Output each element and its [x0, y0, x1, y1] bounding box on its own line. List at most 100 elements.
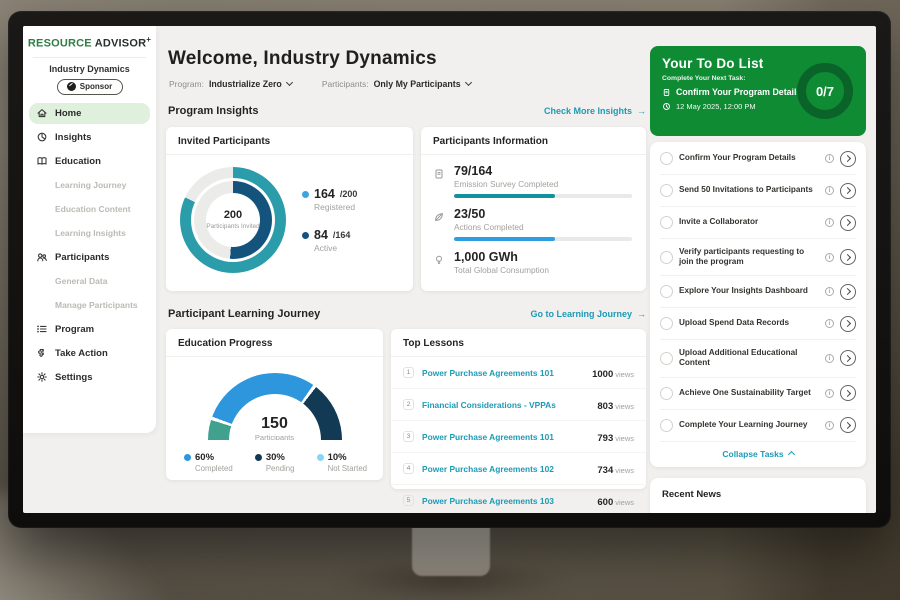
legend-percent: 60%: [195, 452, 214, 463]
legend-label: Registered: [314, 202, 357, 212]
info-icon[interactable]: [825, 421, 834, 430]
task-checkbox[interactable]: [660, 387, 673, 400]
lesson-link[interactable]: Power Purchase Agreements 101: [422, 432, 589, 442]
info-icon[interactable]: [825, 186, 834, 195]
stat-row: 79/164 Emission Survey Completed: [421, 155, 646, 198]
sponsor-badge[interactable]: Sponsor: [57, 79, 123, 95]
sidebar-item-home[interactable]: Home: [29, 103, 150, 124]
chevron-right-icon: [844, 254, 851, 261]
legend-percent: 30%: [266, 452, 285, 463]
card-title: Education Progress: [166, 329, 383, 357]
task-checkbox[interactable]: [660, 152, 673, 165]
legend-pending: 30% Pending: [255, 452, 295, 473]
gauge-center-label: Participants: [208, 433, 342, 440]
info-icon[interactable]: [825, 154, 834, 163]
invited-legend: 164 /200 Registered 84 /164 Active: [302, 187, 357, 253]
program-dropdown[interactable]: Program: Industrialize Zero: [169, 79, 292, 89]
stat-value: 79/164: [454, 164, 632, 178]
info-icon[interactable]: [825, 287, 834, 296]
task-checkbox[interactable]: [660, 419, 673, 432]
program-label: Program:: [169, 79, 204, 89]
puzzle-icon: [36, 347, 48, 359]
sidebar-item-education[interactable]: Education: [29, 151, 150, 172]
check-more-insights-link[interactable]: Check More Insights: [544, 106, 646, 116]
lesson-row: 1 Power Purchase Agreements 101 1000view…: [391, 357, 646, 389]
sidebar-item-learning-journey[interactable]: Learning Journey: [29, 175, 150, 196]
task-checkbox[interactable]: [660, 184, 673, 197]
task-chevron-button[interactable]: [840, 350, 856, 366]
education-legend: 60% Completed 30% Pending 10% Not Starte…: [166, 440, 383, 473]
sidebar-item-insights[interactable]: Insights: [29, 127, 150, 148]
todo-task-row: Achieve One Sustainability Target: [660, 378, 856, 410]
sidebar-item-learning-insights[interactable]: Learning Insights: [29, 223, 150, 244]
task-checkbox[interactable]: [660, 352, 673, 365]
task-chevron-button[interactable]: [840, 215, 856, 231]
stat-value: 23/50: [454, 207, 632, 221]
divider: [33, 57, 146, 58]
sidebar-item-label: Home: [55, 108, 81, 119]
info-icon[interactable]: [825, 319, 834, 328]
filter-bar: Program: Industrialize Zero Participants…: [169, 79, 471, 89]
invited-participants-card: Invited Participants 200 Participants In…: [166, 127, 413, 291]
sidebar-item-manage-participants[interactable]: Manage Participants: [29, 295, 150, 316]
list-icon: [36, 323, 48, 335]
collapse-tasks-link[interactable]: Collapse Tasks: [660, 442, 856, 463]
task-checkbox[interactable]: [660, 285, 673, 298]
task-checkbox[interactable]: [660, 317, 673, 330]
task-label: Verify participants requesting to join t…: [679, 247, 819, 268]
top-lessons-card: Top Lessons 1 Power Purchase Agreements …: [391, 329, 646, 489]
sidebar-item-participants[interactable]: Participants: [29, 247, 150, 268]
task-chevron-button[interactable]: [840, 151, 856, 167]
info-icon[interactable]: [825, 389, 834, 398]
monitor-frame: RESOURCE ADVISOR+ Industry Dynamics Spon…: [8, 11, 891, 528]
todo-task-row: Upload Spend Data Records: [660, 308, 856, 340]
lesson-link[interactable]: Power Purchase Agreements 102: [422, 464, 589, 474]
todo-task-row: Invite a Collaborator: [660, 207, 856, 239]
lesson-rank: 4: [403, 463, 414, 474]
go-to-learning-journey-link[interactable]: Go to Learning Journey: [530, 309, 646, 319]
page-title: Welcome, Industry Dynamics: [168, 48, 437, 70]
chevron-right-icon: [844, 390, 851, 397]
lesson-link[interactable]: Power Purchase Agreements 103: [422, 496, 589, 506]
info-icon[interactable]: [825, 354, 834, 363]
sidebar-item-label: General Data: [55, 276, 107, 286]
lesson-link[interactable]: Power Purchase Agreements 101: [422, 368, 584, 378]
logo-primary: RESOURCE: [28, 38, 92, 50]
sidebar-item-settings[interactable]: Settings: [29, 367, 150, 388]
sidebar-item-take-action[interactable]: Take Action: [29, 343, 150, 364]
participants-dropdown[interactable]: Participants: Only My Participants: [322, 79, 471, 89]
sidebar-item-general-data[interactable]: General Data: [29, 271, 150, 292]
legend-label: Not Started: [328, 464, 367, 473]
legend-total: /164: [333, 230, 351, 240]
task-chevron-button[interactable]: [840, 284, 856, 300]
sidebar-item-program[interactable]: Program: [29, 319, 150, 340]
sponsor-label: Sponsor: [80, 82, 112, 91]
task-checkbox[interactable]: [660, 216, 673, 229]
legend-label: Active: [314, 243, 357, 253]
views-suffix: views: [615, 498, 634, 507]
task-checkbox[interactable]: [660, 251, 673, 264]
task-chevron-button[interactable]: [840, 417, 856, 433]
legend-dot: [184, 454, 191, 461]
lesson-views: 1000: [592, 369, 613, 380]
clock-icon: [662, 102, 671, 111]
sidebar-item-education-content[interactable]: Education Content: [29, 199, 150, 220]
task-chevron-button[interactable]: [840, 385, 856, 401]
lesson-link[interactable]: Financial Considerations - VPPAs: [422, 400, 589, 410]
info-icon[interactable]: [825, 253, 834, 262]
legend-not-started: 10% Not Started: [317, 452, 367, 473]
learning-journey-header: Participant Learning Journey Go to Learn…: [168, 308, 646, 320]
todo-task-row: Send 50 Invitations to Participants: [660, 175, 856, 207]
task-chevron-button[interactable]: [840, 249, 856, 265]
dashboard-screen: RESOURCE ADVISOR+ Industry Dynamics Spon…: [23, 26, 876, 513]
task-chevron-button[interactable]: [840, 316, 856, 332]
task-chevron-button[interactable]: [840, 183, 856, 199]
todo-task-row: Complete Your Learning Journey: [660, 410, 856, 442]
info-icon[interactable]: [825, 218, 834, 227]
sponsor-icon: [67, 82, 76, 91]
insights-icon: [36, 131, 48, 143]
lesson-rank: 2: [403, 399, 414, 410]
section-title: Program Insights: [168, 105, 258, 117]
todo-task-list: Confirm Your Program Details Send 50 Inv…: [650, 142, 866, 467]
sidebar-item-label: Manage Participants: [55, 300, 138, 310]
